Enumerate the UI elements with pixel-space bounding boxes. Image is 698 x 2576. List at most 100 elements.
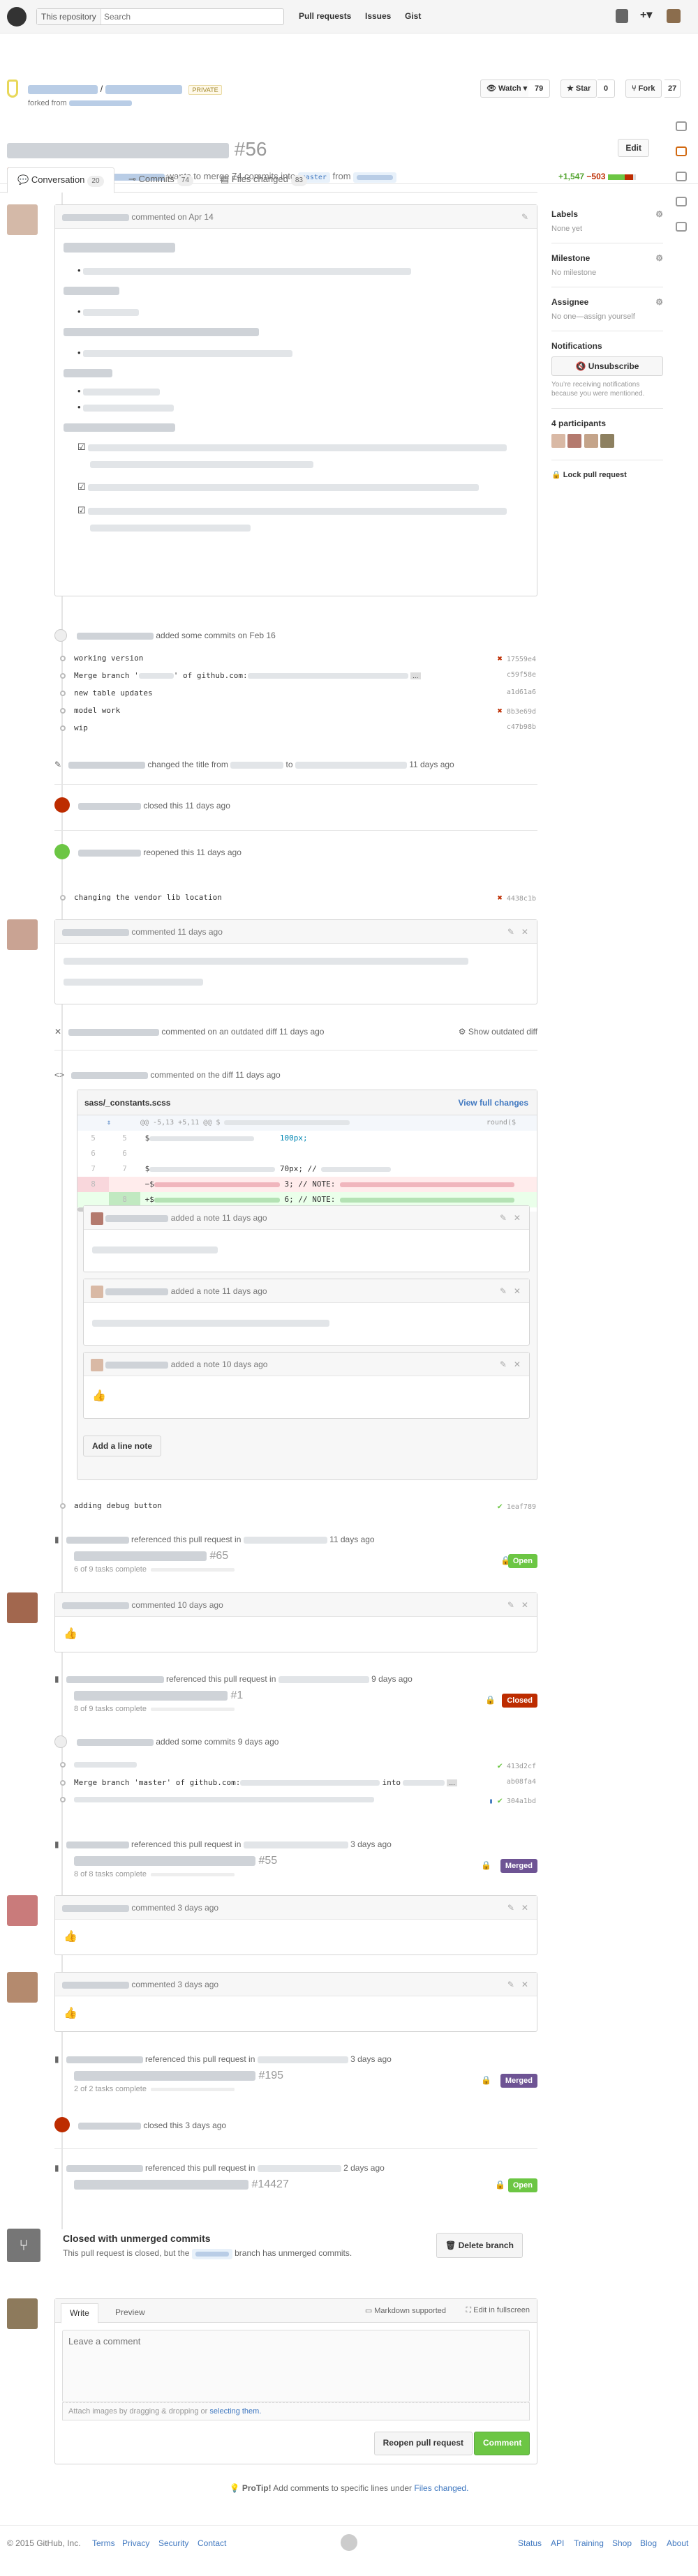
commit-row[interactable]: adding debug button ✔ 1eaf789 — [60, 1501, 536, 1511]
graph-icon[interactable] — [676, 222, 687, 232]
tab-conversation[interactable]: 💬 Conversation 20 — [7, 167, 114, 193]
nav-gist[interactable]: Gist — [405, 11, 421, 21]
footer-link-training[interactable]: Training — [574, 2538, 604, 2548]
diff-comment-event: <> commented on the diff 11 days ago — [54, 1070, 281, 1080]
footer-link-contact[interactable]: Contact — [198, 2538, 226, 2548]
avatar[interactable] — [551, 434, 565, 448]
avatar[interactable] — [91, 1212, 103, 1225]
comment-actions[interactable]: ✎ ✕ — [500, 1279, 521, 1303]
tab-files-changed[interactable]: ▤ Files changed 83 — [211, 167, 317, 193]
labels-heading[interactable]: Labels ⚙ — [551, 209, 663, 219]
commit-row[interactable]: wip c47b98b — [60, 723, 536, 732]
edit-fullscreen[interactable]: ⛶ Edit in fullscreen — [466, 2306, 530, 2315]
commit-row[interactable]: model work ✖ 8b3e69d — [60, 706, 536, 716]
github-mark-icon[interactable] — [341, 2534, 357, 2551]
search-input[interactable] — [104, 9, 279, 24]
comment-textarea[interactable] — [62, 2330, 530, 2402]
markdown-supported[interactable]: ▭ Markdown supported — [365, 2306, 446, 2315]
avatar[interactable] — [7, 1972, 38, 2003]
attach-images[interactable]: Attach images by dragging & dropping or … — [62, 2402, 530, 2420]
star-count[interactable]: 0 — [597, 80, 616, 98]
tab-commits[interactable]: ⊸ Commits 74 — [119, 167, 203, 193]
gear-icon[interactable]: ⚙ — [655, 209, 663, 219]
notifications-icon[interactable] — [616, 9, 628, 23]
avatar[interactable] — [7, 1895, 38, 1926]
star-button[interactable]: ★ Star — [560, 80, 597, 98]
add-line-note-button[interactable]: Add a line note — [83, 1436, 162, 1456]
footer-link-api[interactable]: API — [551, 2538, 564, 2548]
footer-link-privacy[interactable]: Privacy — [122, 2538, 149, 2548]
search-box[interactable]: This repository — [36, 8, 284, 25]
pencil-icon[interactable]: ✎ — [521, 205, 528, 229]
comment-actions[interactable]: ✎ ✕ — [507, 920, 528, 944]
reference-event: ▮ referenced this pull request in 11 day… — [54, 1535, 537, 1576]
delete-branch-button[interactable]: 🗑 Delete branch — [436, 2233, 523, 2258]
footer-link-security[interactable]: Security — [158, 2538, 188, 2548]
commit-row[interactable]: working version ✖ 17559e4 — [60, 654, 536, 663]
check-icon: ✔ — [497, 1501, 503, 1511]
watch-count[interactable]: 79 — [528, 80, 551, 98]
pull-request-icon[interactable] — [676, 146, 687, 156]
pulse-icon[interactable] — [676, 197, 687, 206]
nav-pull-requests[interactable]: Pull requests — [299, 11, 351, 21]
footer-link-shop[interactable]: Shop — [612, 2538, 632, 2548]
avatar[interactable] — [584, 434, 598, 448]
assignee-heading[interactable]: Assignee ⚙ — [551, 297, 663, 307]
fork-count[interactable]: 27 — [664, 80, 681, 98]
lock-icon: 🔒 — [485, 1695, 496, 1705]
reopened-event: reopened this 11 days ago — [78, 848, 242, 857]
footer-link-status[interactable]: Status — [518, 2538, 542, 2548]
comment-actions[interactable]: ✎ ✕ — [500, 1353, 521, 1376]
footer-link-about[interactable]: About — [667, 2538, 688, 2548]
avatar[interactable] — [7, 204, 38, 235]
commit-row[interactable]: changing the vendor lib location ✖ 4438c1… — [60, 893, 536, 903]
code-icon[interactable] — [676, 121, 687, 131]
footer-link-blog[interactable]: Blog — [640, 2538, 657, 2548]
closed-event: closed this 3 days ago — [78, 2121, 226, 2130]
comment-actions[interactable]: ✎ ✕ — [500, 1206, 521, 1230]
ellipsis-button[interactable]: … — [447, 1779, 458, 1786]
comment-actions[interactable]: ✎ ✕ — [507, 1896, 528, 1920]
commit-row[interactable]: new table updates a1d61a6 — [60, 688, 536, 698]
plus-icon[interactable]: +▾ — [640, 9, 654, 23]
nav-issues[interactable]: Issues — [365, 11, 391, 21]
avatar[interactable] — [7, 919, 38, 950]
lock-pull-request[interactable]: 🔒 Lock pull request — [551, 470, 663, 479]
tab-preview[interactable]: Preview — [107, 2303, 154, 2321]
avatar[interactable] — [7, 2298, 38, 2329]
footer-link-terms[interactable]: Terms — [92, 2538, 115, 2548]
comment-actions[interactable]: ✎ ✕ — [507, 1973, 528, 1996]
commit-row[interactable]: ▮ ✔ 304a1bd — [60, 1795, 536, 1805]
unsubscribe-button[interactable]: 🔇 Unsubscribe — [551, 356, 663, 376]
github-logo-icon[interactable] — [7, 7, 27, 27]
gear-icon[interactable]: ⚙ — [655, 253, 663, 263]
reopen-pull-request-button[interactable]: Reopen pull request — [373, 2432, 473, 2455]
files-changed-link[interactable]: Files changed. — [414, 2483, 468, 2493]
avatar[interactable] — [91, 1285, 103, 1298]
comment-button[interactable]: Comment — [474, 2432, 530, 2455]
commit-row[interactable]: Merge branch ' ' of github.com: … c59f58e — [60, 671, 536, 680]
ellipsis-button[interactable]: … — [410, 672, 421, 679]
edit-button[interactable]: Edit — [618, 139, 649, 157]
tab-write[interactable]: Write — [61, 2303, 98, 2323]
diff-filename: sass/_constants.scss — [84, 1098, 171, 1108]
avatar[interactable] — [7, 1592, 38, 1623]
avatar[interactable] — [667, 9, 681, 23]
wiki-icon[interactable] — [676, 172, 687, 181]
watch-button[interactable]: 👁 Watch ▾ — [480, 80, 534, 98]
avatar[interactable] — [567, 434, 582, 448]
avatar[interactable] — [600, 434, 615, 448]
expand-icon[interactable]: ⇕ — [77, 1115, 140, 1131]
view-full-changes[interactable]: View full changes — [459, 1090, 528, 1115]
comment-actions[interactable]: ✎ ✕ — [507, 1593, 528, 1617]
show-outdated-diff[interactable]: ⚙ Show outdated diff — [459, 1027, 537, 1037]
select-files-link[interactable]: selecting them. — [209, 2407, 261, 2416]
repo-name[interactable]: / PRIVATE — [28, 84, 222, 95]
assignee-value[interactable]: No one—assign yourself — [551, 312, 663, 321]
milestone-heading[interactable]: Milestone ⚙ — [551, 253, 663, 263]
gear-icon[interactable]: ⚙ — [655, 297, 663, 307]
commit-row[interactable]: Merge branch 'master' of github.com: int… — [60, 1778, 536, 1787]
fork-button[interactable]: ⑂ Fork — [625, 80, 662, 98]
commit-row[interactable]: ✔ 413d2cf — [60, 1761, 536, 1770]
avatar[interactable] — [91, 1358, 103, 1371]
